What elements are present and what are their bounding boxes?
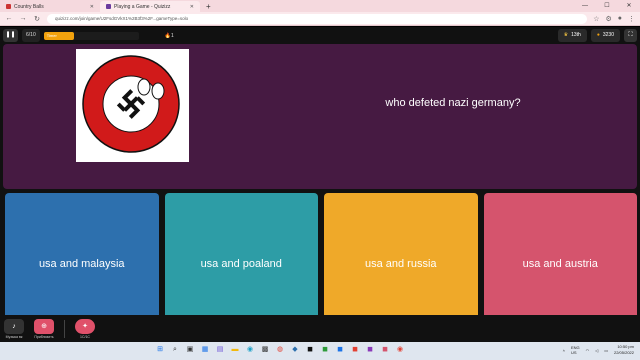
close-window-button[interactable]: ✕ [618,0,640,12]
powerup-label: 1С/1С [80,334,90,339]
browser-tab-bar: Country Balls ✕ Playing a Game - Quizizz… [0,0,640,12]
reload-icon[interactable]: ↻ [33,15,41,23]
windows-taskbar: ⊞ ⌕ ▣ ▦ ▤ ▬ ◉ ▩ ◍ ◆ ◼ ◼ ◼ ◼ ◼ ◼ ◉ ˄ ENG … [0,342,640,360]
divider [64,319,65,338]
wifi-icon[interactable]: ◠ [586,348,590,353]
window-controls: — ☐ ✕ [574,0,640,12]
tab-favicon-icon [6,4,11,9]
browser-tab-quizizz[interactable]: Playing a Game - Quizizz ✕ [100,1,200,12]
language-indicator[interactable]: ENG US [571,345,580,355]
score-value: 3230 [602,32,614,38]
tab-favicon-icon [106,4,111,9]
quiz-game: ❚❚ 6/10 Timer 🔥1 ♛ 13th ● 3230 ⛶ who def… [0,27,640,342]
chat-icon[interactable]: ▤ [215,345,225,355]
lang-bottom: US [570,350,577,355]
app-icon[interactable]: ◼ [335,345,345,355]
app-icon[interactable]: ◉ [395,345,405,355]
taskbar-icons: ⊞ ⌕ ▣ ▦ ▤ ▬ ◉ ▩ ◍ ◆ ◼ ◼ ◼ ◼ ◼ ◼ ◉ [155,345,405,355]
address-bar: ← → ↻ quizizz.com/join/game/U2FsdGVkX1%2… [0,12,640,26]
game-top-bar: ❚❚ 6/10 Timer 🔥1 ♛ 13th ● 3230 ⛶ [0,27,640,44]
maximize-button[interactable]: ☐ [596,0,618,12]
back-arrow-icon[interactable]: ← [5,15,13,22]
file-explorer-icon[interactable]: ▬ [230,345,240,355]
store-icon[interactable]: ▩ [260,345,270,355]
fullscreen-button[interactable]: ⛶ [624,29,637,42]
rank-badge: ♛ 13th [557,29,587,42]
rank-value: 13th [571,32,581,38]
streak-indicator: 🔥1 [164,32,174,39]
app-icon[interactable]: ◼ [350,345,360,355]
menu-icon[interactable]: ⋮ [628,15,635,23]
music-control[interactable]: ♪ Музыка вк [4,318,24,339]
powerup-control[interactable]: ✦ 1С/1С [75,318,95,339]
chevron-up-icon[interactable]: ˄ [563,348,565,353]
app-icon[interactable]: ◆ [290,345,300,355]
zoom-label: Приблизить [34,334,54,339]
timer-fill: Timer [43,31,75,40]
battery-icon[interactable]: ▭ [604,348,608,353]
forward-arrow-icon[interactable]: → [19,15,27,22]
app-icon[interactable]: ◼ [320,345,330,355]
score-badge: ● 3230 [590,29,620,42]
app-icon[interactable]: ◼ [365,345,375,355]
powerup-icon[interactable]: ✦ [75,318,95,334]
profile-icon[interactable]: ● [618,15,622,22]
pause-button[interactable]: ❚❚ [3,29,18,42]
tab-close-icon[interactable]: ✕ [190,4,194,10]
question-text: who defeted nazi germany? [385,97,521,109]
volume-icon[interactable]: ◁ [595,348,598,353]
clock[interactable]: 10:50 pm 22/05/2022 [614,344,634,356]
search-icon[interactable]: ⌕ [170,345,180,355]
tab-title: Playing a Game - Quizizz [114,3,171,10]
question-counter: 6/10 [22,29,40,42]
music-label: Музыка вк [5,334,23,339]
task-view-icon[interactable]: ▣ [185,345,195,355]
nazi-germany-countryball-icon [82,55,180,153]
extensions-icon[interactable]: ⚙ [605,15,611,23]
url-input[interactable]: quizizz.com/join/game/U2FsdGVkX1%2B3f3%2… [47,13,588,24]
question-panel: who defeted nazi germany? [3,44,637,189]
question-image [76,49,189,162]
star-icon[interactable]: ☆ [593,15,599,23]
clock-date: 22/05/2022 [613,350,634,355]
music-note-icon[interactable]: ♪ [4,318,24,334]
coin-icon: ● [596,32,600,38]
minimize-button[interactable]: — [574,0,596,12]
tab-title: Country Balls [14,3,44,10]
zoom-in-icon[interactable]: ⊕ [34,318,54,334]
trophy-icon: ♛ [563,32,569,38]
game-bottom-bar: ♪ Музыка вк ⊕ Приблизить ✦ 1С/1С [0,315,640,342]
app-icon[interactable]: ◼ [380,345,390,355]
timer-bar: Timer [43,31,139,40]
widgets-icon[interactable]: ▦ [200,345,210,355]
new-tab-button[interactable]: + [200,1,217,12]
edge-icon[interactable]: ◉ [245,345,255,355]
system-tray: ˄ ENG US ◠ ◁ ▭ 10:50 pm 22/05/2022 [563,344,634,356]
browser-tab-country-balls[interactable]: Country Balls ✕ [0,1,100,12]
zoom-control[interactable]: ⊕ Приблизить [34,318,54,339]
windows-start-icon[interactable]: ⊞ [155,345,165,355]
app-icon[interactable]: ◼ [305,345,315,355]
tab-close-icon[interactable]: ✕ [90,4,94,10]
chrome-icon[interactable]: ◍ [275,345,285,355]
